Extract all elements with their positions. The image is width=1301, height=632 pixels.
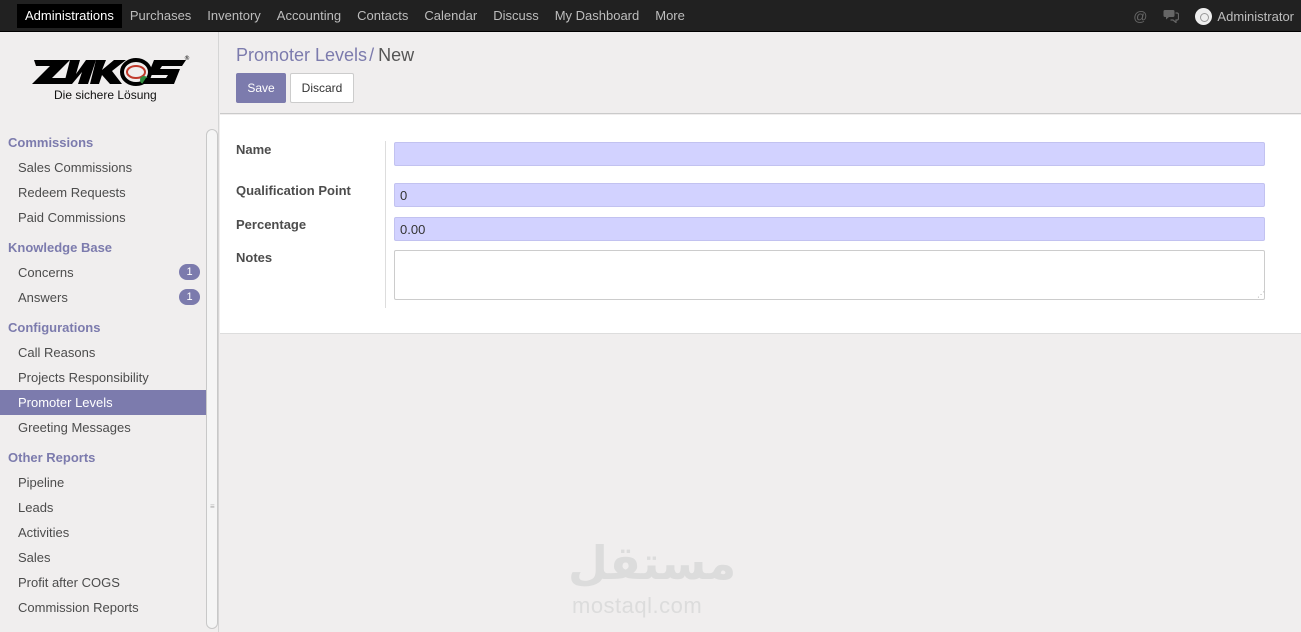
sidebar: ® Die sichere Lösung Commissions Sales Co… [0,32,219,632]
sidebar-item[interactable]: Profit after COGS [0,570,206,595]
top-menu-item[interactable]: Purchases [122,4,199,28]
sidebar-item-label: Commission Reports [18,600,139,615]
notes-label: Notes [236,250,273,265]
sidebar-item[interactable]: Answers 1 [0,285,206,310]
top-navbar: Administrations Purchases Inventory Account… [0,0,1301,32]
sidebar-item[interactable]: Greeting Messages [0,415,206,440]
qualification-point-field[interactable] [394,183,1265,207]
sidebar-item-label: Sales [18,550,51,565]
notes-field[interactable] [394,250,1265,300]
top-menu-item[interactable]: Inventory [199,4,268,28]
sidebar-item-label: Profit after COGS [18,575,120,590]
top-menu-item[interactable]: Calendar [416,4,485,28]
form-divider [385,141,386,308]
watermark-latin: mostaql.com [572,593,703,618]
breadcrumb: Promoter Levels / New [236,45,414,66]
resize-handle-icon[interactable]: ⋰ [1257,290,1265,299]
sidebar-item-label: Activities [18,525,70,540]
top-menu-item[interactable]: Accounting [269,4,349,28]
chat-icon[interactable] [1163,9,1180,23]
sidebar-item[interactable]: Call Reasons [0,340,206,365]
user-avatar[interactable] [1195,7,1213,25]
discard-button[interactable]: Discard [290,73,354,103]
sidebar-item-label: Pipeline [18,475,65,490]
systray: @ Administrator [1133,4,1294,28]
app-menu: Administrations Purchases Inventory Account… [17,4,693,28]
sidebar-section-title[interactable]: Configurations [0,315,206,340]
top-menu-item[interactable]: Discuss [485,4,547,28]
top-menu-item[interactable]: Contacts [349,4,416,28]
logo-tagline: Die sichere Lösung [54,88,157,102]
sidebar-item-label: Answers [18,290,68,305]
count-badge: 1 [179,264,200,280]
name-field[interactable] [394,142,1265,166]
watermark-arabic: مستقل [568,536,737,590]
sidebar-section-title[interactable]: Knowledge Base [0,235,206,260]
form-sheet: Name Qualification Point Percentage Note… [220,115,1301,334]
sidebar-section-title[interactable]: Commissions [0,130,206,155]
user-menu[interactable]: Administrator [1217,9,1294,24]
at-icon[interactable]: @ [1133,8,1147,24]
sidebar-item-label: Leads [18,500,54,515]
sidebar-item-label: Call Reasons [18,345,96,360]
sidebar-item-label: Sales Commissions [18,160,133,175]
top-menu-item[interactable]: More [647,4,693,28]
sidebar-item-label: Redeem Requests [18,185,126,200]
save-button[interactable]: Save [236,73,286,103]
svg-text:®: ® [184,55,190,62]
sidebar-item[interactable]: Concerns 1 [0,260,206,285]
sidebar-item[interactable]: Sales Commissions [0,155,206,180]
sidebar-item[interactable]: Pipeline [0,470,206,495]
percentage-label: Percentage [236,217,307,232]
qualification-point-label: Qualification Point [236,183,351,198]
name-label: Name [236,142,272,157]
sidebar-item[interactable]: Promoter Levels [0,390,206,415]
breadcrumb-parent[interactable]: Promoter Levels [236,45,367,65]
sidebar-item[interactable]: Redeem Requests [0,180,206,205]
sidebar-menu: Commissions Sales Commissions Redeem Reque… [0,130,206,620]
sidebar-item[interactable]: Projects Responsibility [0,365,206,390]
sidebar-section-title[interactable]: Other Reports [0,445,206,470]
sidebar-item-label: Projects Responsibility [18,370,149,385]
sidebar-scrollbar[interactable]: ≡ [206,129,218,629]
breadcrumb-current: New [378,45,415,65]
control-panel: Promoter Levels / New Save Discard [220,32,1301,114]
percentage-field[interactable] [394,217,1265,241]
scrollbar-grip-icon[interactable]: ≡ [210,502,215,511]
sidebar-item-label: Greeting Messages [18,420,131,435]
sidebar-item[interactable]: Commission Reports [0,595,206,620]
top-menu-item[interactable]: Administrations [17,4,122,28]
breadcrumb-separator: / [369,45,375,65]
sidebar-item[interactable]: Sales [0,545,206,570]
sidebar-item-label: Paid Commissions [18,210,126,225]
sidebar-item[interactable]: Paid Commissions [0,205,206,230]
count-badge: 1 [179,289,200,305]
sidebar-item-label: Concerns [18,265,74,280]
sidebar-item-label: Promoter Levels [18,395,113,410]
top-menu-item[interactable]: My Dashboard [547,4,648,28]
sidebar-item[interactable]: Leads [0,495,206,520]
sidebar-item[interactable]: Activities [0,520,206,545]
